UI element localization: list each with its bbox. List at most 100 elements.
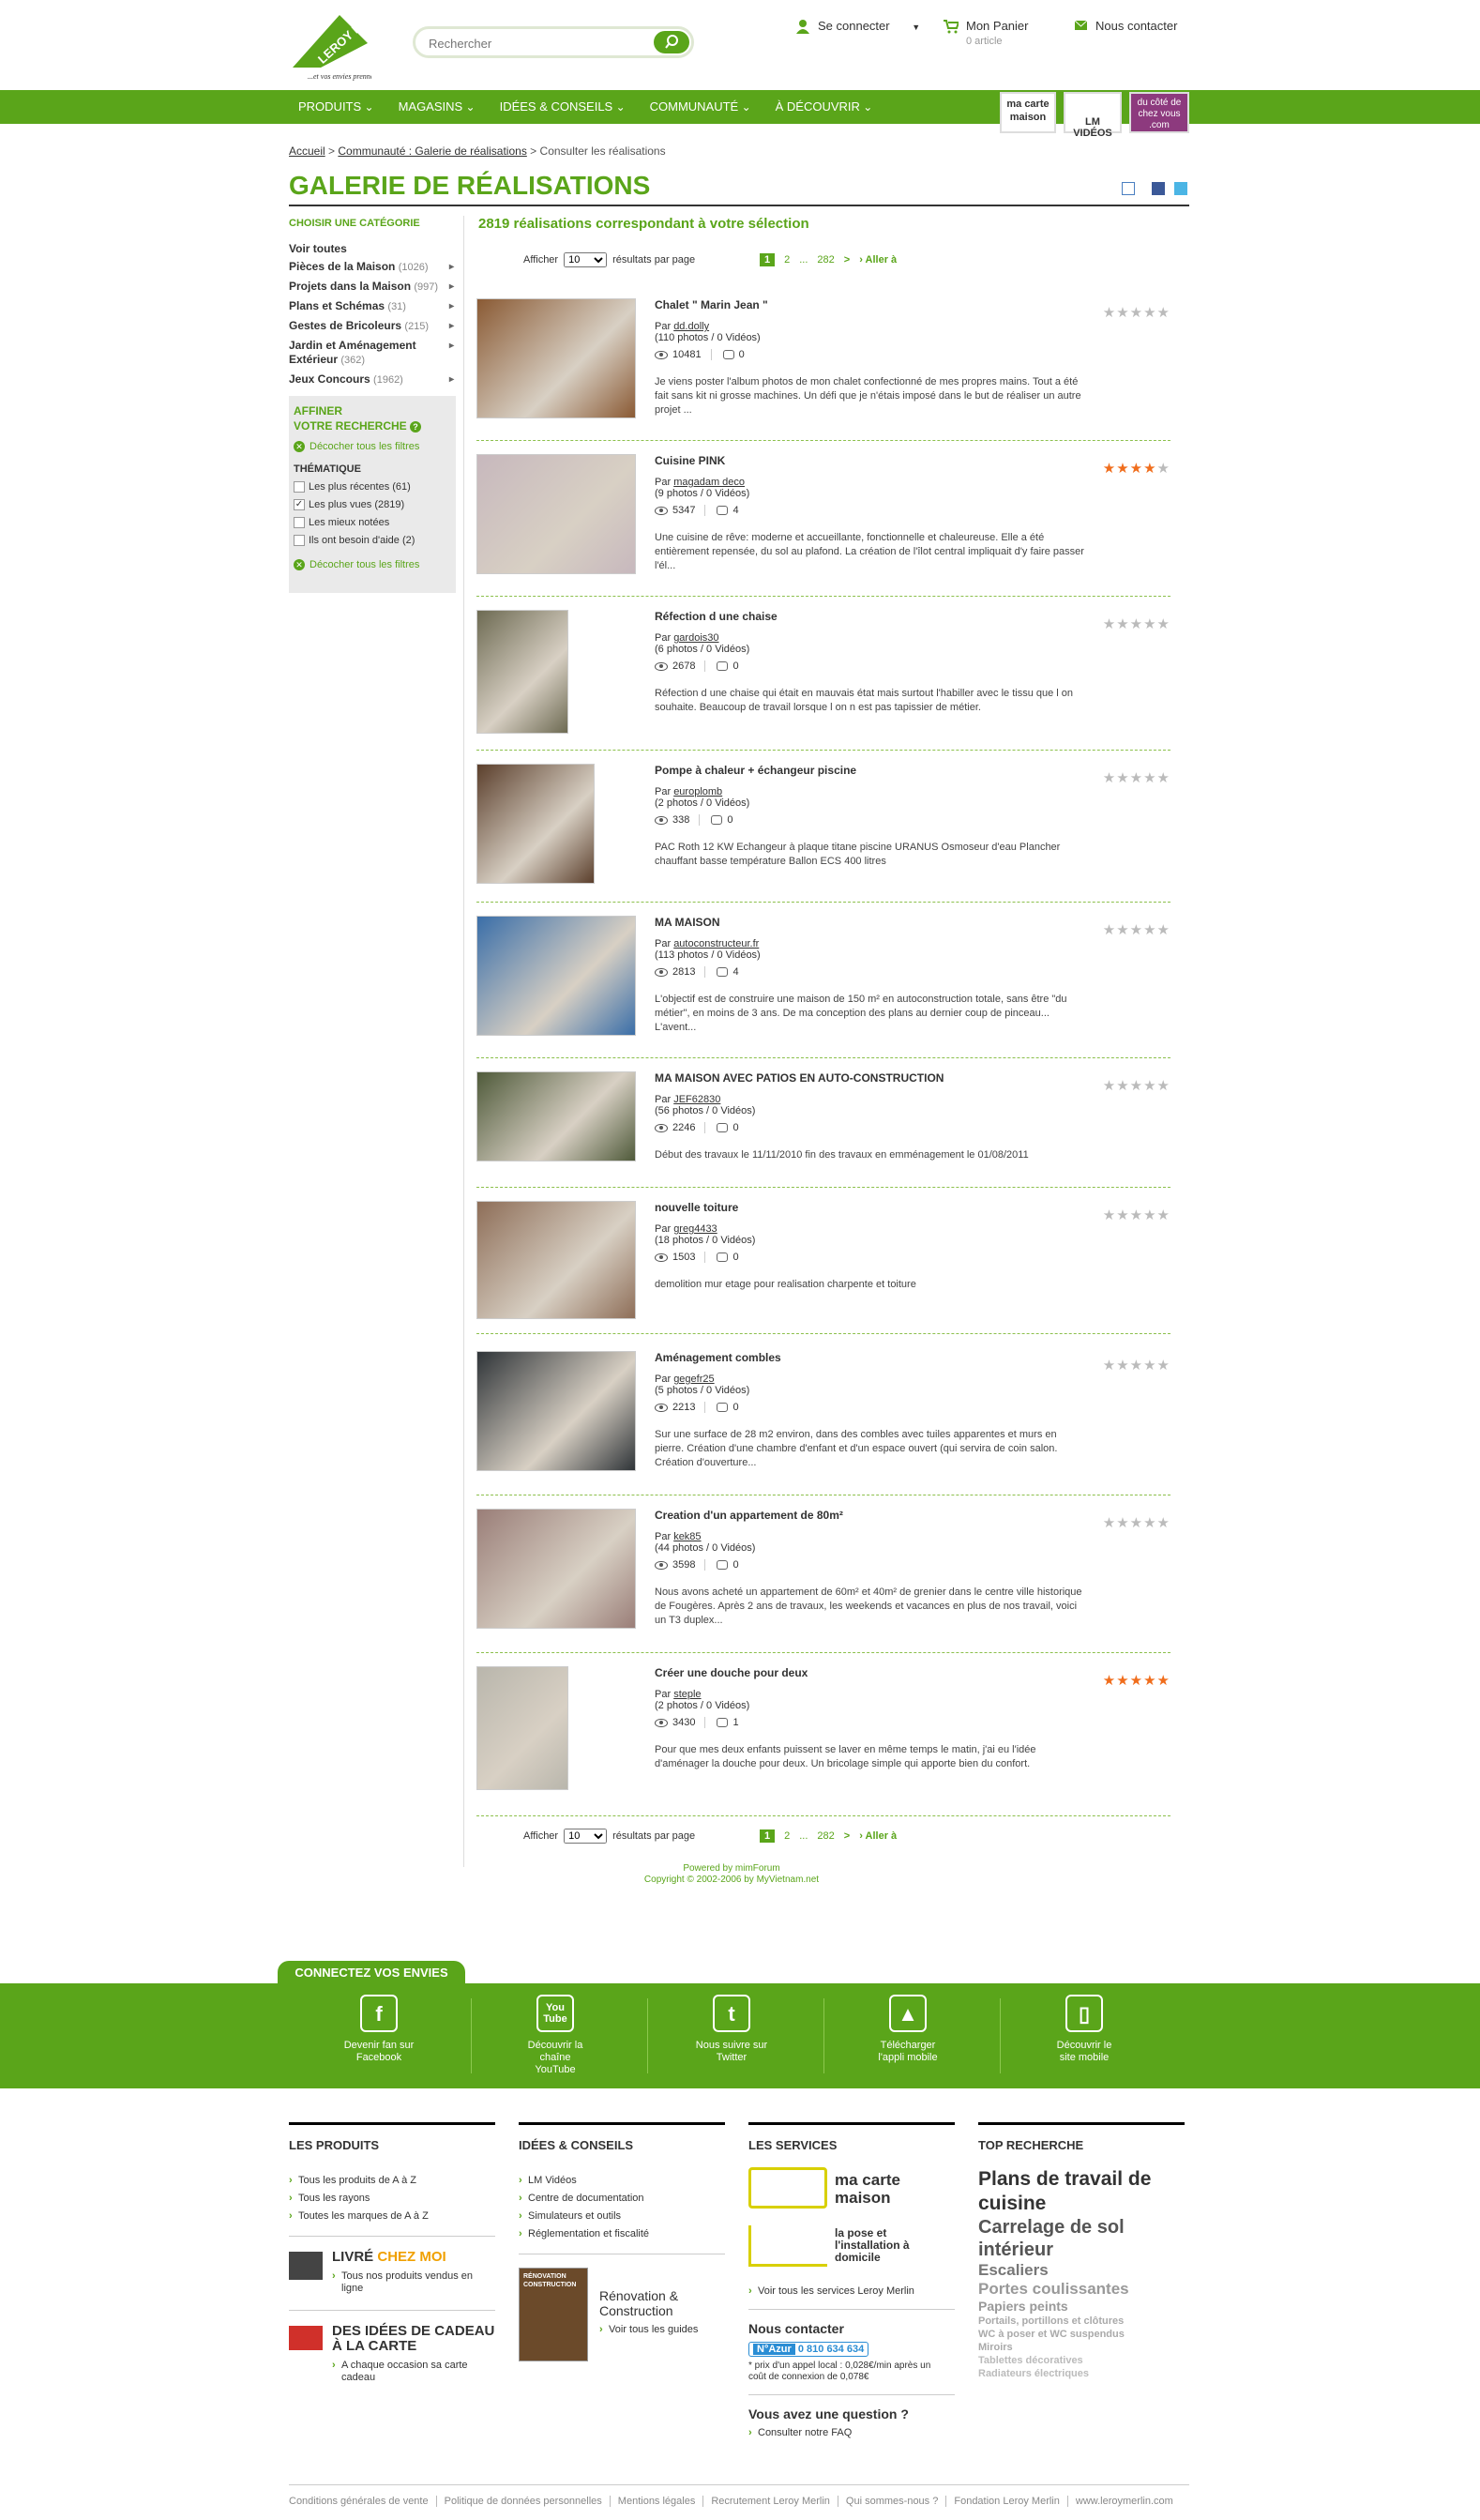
star-icon[interactable]: ★ <box>1130 1515 1143 1531</box>
star-icon[interactable]: ★ <box>1143 1078 1156 1094</box>
sidebar-item-category[interactable]: Projets dans la Maison (997) <box>289 280 458 295</box>
item-thumbnail[interactable] <box>476 610 568 734</box>
top-search-5[interactable]: Papiers peints <box>978 2299 1185 2315</box>
filter-checkbox[interactable]: Les plus récentes (61) <box>294 481 451 493</box>
star-icon[interactable]: ★ <box>1103 1358 1116 1374</box>
email-share-icon[interactable] <box>1122 182 1135 195</box>
star-icon[interactable]: ★ <box>1143 1515 1156 1531</box>
star-icon[interactable]: ★ <box>1130 770 1143 786</box>
legal-link[interactable]: Politique de données personnelles <box>445 2496 611 2507</box>
facebook-share-icon[interactable] <box>1152 182 1165 195</box>
footer-link-produits-az[interactable]: Tous les produits de A à Z <box>289 2175 495 2187</box>
connect-facebook[interactable]: f Devenir fan sur Facebook <box>304 1995 454 2064</box>
page-last[interactable]: 282 <box>817 254 834 266</box>
goto-page[interactable]: › Aller à <box>859 254 897 266</box>
sidebar-item-category[interactable]: Jeux Concours (1962) <box>289 372 458 387</box>
star-icon[interactable]: ★ <box>1116 1515 1129 1531</box>
star-icon[interactable]: ★ <box>1103 1673 1116 1689</box>
per-page-select[interactable]: 10 <box>564 252 608 267</box>
item-title[interactable]: Créer une douche pour deux <box>655 1666 808 1679</box>
top-search-7[interactable]: WC à poser et WC suspendus <box>978 2328 1185 2341</box>
livre-chez-moi[interactable]: LIVRÉ CHEZ MOI <box>332 2250 495 2265</box>
star-icon[interactable]: ★ <box>1116 616 1129 632</box>
top-search-3[interactable]: Escaliers <box>978 2261 1185 2280</box>
item-thumbnail[interactable] <box>476 1666 568 1790</box>
sidebar-item-category[interactable]: Jardin et Aménagement Extérieur (362) <box>289 339 458 368</box>
item-thumbnail[interactable] <box>476 1071 636 1161</box>
next-page[interactable]: > <box>844 254 850 266</box>
star-icon[interactable]: ★ <box>1130 1358 1143 1374</box>
breadcrumb-home[interactable]: Accueil <box>289 144 325 158</box>
nav-a-decouvrir[interactable]: À DÉCOUVRIR <box>776 90 873 124</box>
checkbox[interactable] <box>294 481 305 493</box>
next-page-bottom[interactable]: > <box>844 1830 850 1842</box>
star-icon[interactable]: ★ <box>1116 1078 1129 1094</box>
item-title[interactable]: Creation d'un appartement de 80m² <box>655 1509 843 1522</box>
badge-lm-videos[interactable]: LM VIDÉOS <box>1064 92 1122 139</box>
connect-twitter[interactable]: t Nous suivre sur Twitter <box>657 1995 807 2064</box>
login-link[interactable]: Se connecter ▼ <box>796 19 920 34</box>
star-icon[interactable]: ★ <box>1130 1078 1143 1094</box>
top-search-10[interactable]: Radiateurs électriques <box>978 2367 1185 2380</box>
star-icon[interactable]: ★ <box>1116 1207 1129 1223</box>
star-icon[interactable]: ★ <box>1130 922 1143 938</box>
leroy-merlin-logo[interactable]: LEROY MERLIN ...et vos envies prennent V… <box>289 0 396 83</box>
page-last-bottom[interactable]: 282 <box>817 1830 834 1842</box>
star-icon[interactable]: ★ <box>1116 770 1129 786</box>
star-icon[interactable]: ★ <box>1143 922 1156 938</box>
renovation-book-cover[interactable]: RÉNOVATION CONSTRUCTION <box>519 2268 588 2361</box>
page-1[interactable]: 1 <box>760 253 776 266</box>
star-icon[interactable]: ★ <box>1116 1673 1129 1689</box>
top-search-9[interactable]: Tablettes décoratives <box>978 2354 1185 2367</box>
star-icon[interactable]: ★ <box>1157 770 1170 786</box>
per-page-select-bottom[interactable]: 10 <box>564 1829 608 1844</box>
page-2-bottom[interactable]: 2 <box>784 1830 790 1842</box>
carte-maison-link[interactable]: ma carte maison <box>835 2171 919 2207</box>
item-title[interactable]: MA MAISON <box>655 916 720 929</box>
goto-page-bottom[interactable]: › Aller à <box>859 1830 897 1842</box>
filter-checkbox[interactable]: Ils ont besoin d'aide (2) <box>294 535 451 546</box>
star-icon[interactable]: ★ <box>1143 1358 1156 1374</box>
sidebar-item-all[interactable]: Voir toutes <box>289 242 458 255</box>
star-icon[interactable]: ★ <box>1103 770 1116 786</box>
idees-cadeau[interactable]: DES IDÉES DE CADEAU À LA CARTE <box>332 2324 495 2354</box>
star-icon[interactable]: ★ <box>1157 1078 1170 1094</box>
page-1-bottom[interactable]: 1 <box>760 1829 776 1843</box>
item-thumbnail[interactable] <box>476 1351 636 1471</box>
help-icon[interactable]: ? <box>410 421 422 433</box>
star-icon[interactable]: ★ <box>1103 1515 1116 1531</box>
footer-link-marques[interactable]: Toutes les marques de A à Z <box>289 2210 495 2223</box>
top-search-8[interactable]: Miroirs <box>978 2341 1185 2354</box>
star-icon[interactable]: ★ <box>1157 922 1170 938</box>
checkbox[interactable] <box>294 535 305 546</box>
nav-communaute[interactable]: COMMUNAUTÉ <box>650 90 751 124</box>
footer-link-reglementation[interactable]: Réglementation et fiscalité <box>519 2228 725 2240</box>
item-thumbnail[interactable] <box>476 1201 636 1319</box>
star-icon[interactable]: ★ <box>1157 461 1170 477</box>
search-input[interactable] <box>429 34 644 53</box>
n-azur-badge[interactable]: N°Azur 0 810 634 634 <box>748 2342 869 2357</box>
page-2[interactable]: 2 <box>784 254 790 266</box>
star-icon[interactable]: ★ <box>1157 616 1170 632</box>
star-icon[interactable]: ★ <box>1103 616 1116 632</box>
sidebar-item-category[interactable]: Plans et Schémas (31) <box>289 299 458 314</box>
item-title[interactable]: Pompe à chaleur + échangeur piscine <box>655 764 856 777</box>
star-icon[interactable]: ★ <box>1143 770 1156 786</box>
item-title[interactable]: Réfection d une chaise <box>655 610 778 623</box>
top-search-1[interactable]: Plans de travail de cuisine <box>978 2167 1185 2216</box>
connect-mobile[interactable]: ▯ Découvrir le site mobile <box>1009 1995 1159 2064</box>
legal-link[interactable]: Mentions légales <box>618 2496 704 2507</box>
filter-checkbox[interactable]: ✓ Les plus vues (2819) <box>294 499 451 510</box>
legal-link[interactable]: Qui sommes-nous ? <box>846 2496 947 2507</box>
star-icon[interactable]: ★ <box>1130 461 1143 477</box>
star-icon[interactable]: ★ <box>1130 616 1143 632</box>
item-title[interactable]: nouvelle toiture <box>655 1201 738 1214</box>
nav-produits[interactable]: PRODUITS <box>298 90 374 124</box>
star-icon[interactable]: ★ <box>1130 1673 1143 1689</box>
item-title[interactable]: Chalet " Marin Jean " <box>655 298 768 311</box>
checkbox[interactable] <box>294 517 305 528</box>
footer-link-documentation[interactable]: Centre de documentation <box>519 2193 725 2205</box>
uncheck-all-filters-top[interactable]: Décocher tous les filtres <box>294 441 451 452</box>
star-icon[interactable]: ★ <box>1143 1673 1156 1689</box>
footer-link-rayons[interactable]: Tous les rayons <box>289 2193 495 2205</box>
